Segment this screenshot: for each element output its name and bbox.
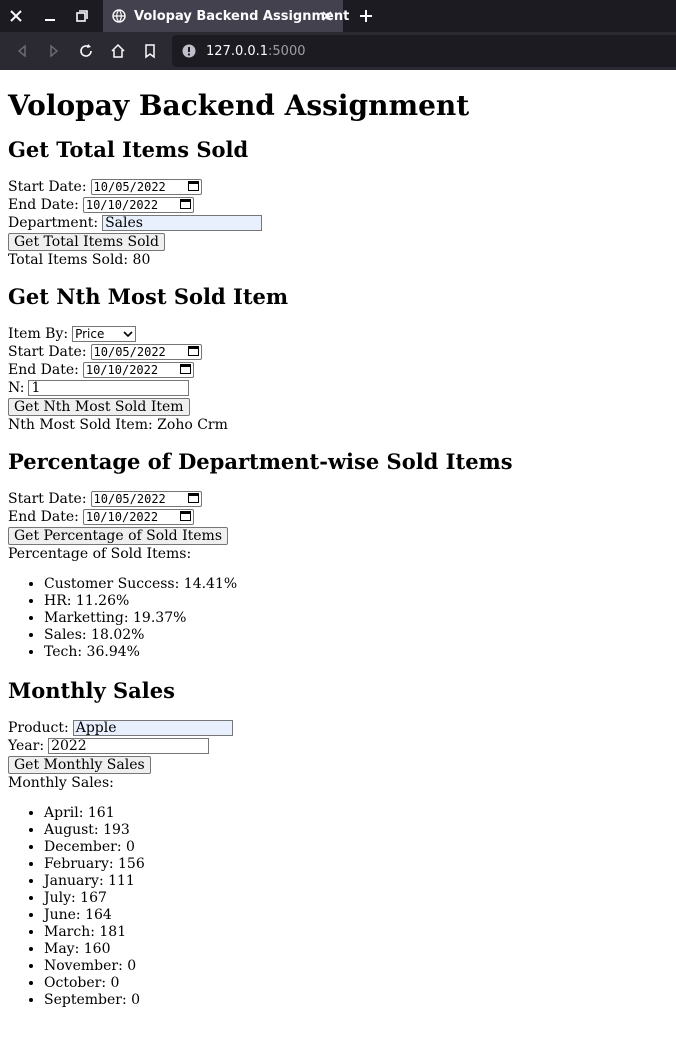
product-label: Product: — [8, 720, 69, 736]
get-nth-most-sold-button[interactable]: Get Nth Most Sold Item — [8, 398, 190, 416]
calendar-icon[interactable] — [187, 343, 199, 361]
total-end-date-label: End Date: — [8, 197, 79, 213]
total-start-date-label: Start Date: — [8, 179, 87, 195]
product-input[interactable]: Apple — [72, 720, 233, 736]
item-by-value: Price — [75, 327, 105, 341]
total-items-result: Total Items Sold: 80 — [8, 252, 151, 268]
n-label: N: — [8, 380, 25, 396]
get-monthly-sales-button[interactable]: Get Monthly Sales — [8, 756, 151, 774]
url-text: 127.0.0.1:5000 — [206, 44, 306, 59]
list-item: Customer Success: 14.41% — [44, 576, 668, 593]
bookmark-icon[interactable] — [138, 39, 162, 63]
list-item: Sales: 18.02% — [44, 627, 668, 644]
url-host: 127.0.0.1 — [206, 43, 269, 59]
info-icon[interactable] — [182, 44, 196, 58]
tab-volopay[interactable]: Volopay Backend Assignment — [103, 0, 349, 32]
page-content: Volopay Backend Assignment Get Total Ite… — [0, 90, 676, 1009]
close-window-icon[interactable] — [0, 0, 32, 32]
total-start-date-value: 10/05/2022 — [93, 180, 166, 194]
list-item: July: 167 — [44, 890, 668, 907]
pct-end-date-label: End Date: — [8, 509, 79, 525]
list-item: November: 0 — [44, 958, 668, 975]
url-port: :5000 — [268, 43, 306, 59]
list-item: May: 160 — [44, 941, 668, 958]
nth-most-sold-heading: Get Nth Most Sold Item — [8, 284, 289, 309]
calendar-icon[interactable] — [179, 196, 191, 214]
monthly-sales-section: Monthly Sales Product: Apple Year: 2022 … — [8, 679, 668, 1009]
url-bar[interactable]: 127.0.0.1:5000 — [172, 35, 676, 67]
percentage-result-label: Percentage of Sold Items: — [8, 546, 192, 562]
pct-end-date-value: 10/10/2022 — [85, 510, 159, 524]
year-label: Year: — [8, 738, 45, 754]
list-item: June: 164 — [44, 907, 668, 924]
list-item: September: 0 — [44, 992, 668, 1009]
department-label: Department: — [8, 215, 99, 231]
percentage-list: Customer Success: 14.41% HR: 11.26% Mark… — [8, 576, 668, 661]
globe-icon — [112, 9, 126, 23]
department-input[interactable]: Sales — [102, 215, 263, 231]
chevron-down-icon — [123, 325, 133, 343]
tab-title: Volopay Backend Assignment — [134, 8, 350, 24]
nth-end-date-input[interactable]: 10/10/2022 — [82, 361, 194, 379]
nth-start-date-value: 10/05/2022 — [93, 345, 166, 359]
page-title: Volopay Backend Assignment — [8, 89, 470, 122]
nth-end-date-value: 10/10/2022 — [85, 363, 159, 377]
reload-icon[interactable] — [74, 39, 98, 63]
close-tab-icon[interactable] — [319, 8, 335, 24]
home-icon[interactable] — [106, 39, 130, 63]
nth-end-date-label: End Date: — [8, 362, 79, 378]
list-item: March: 181 — [44, 924, 668, 941]
year-input[interactable]: 2022 — [48, 738, 210, 754]
calendar-icon[interactable] — [187, 178, 199, 196]
item-by-select[interactable]: Price — [72, 325, 137, 343]
list-item: February: 156 — [44, 856, 668, 873]
calendar-icon[interactable] — [187, 490, 199, 508]
percentage-heading: Percentage of Department-wise Sold Items — [8, 449, 513, 474]
get-total-items-button[interactable]: Get Total Items Sold — [8, 233, 165, 251]
nth-most-sold-section: Get Nth Most Sold Item Item By: Price St… — [8, 285, 668, 434]
browser-tabbar: Volopay Backend Assignment — [0, 0, 676, 32]
item-by-label: Item By: — [8, 326, 69, 342]
percentage-section: Percentage of Department-wise Sold Items… — [8, 450, 668, 661]
monthly-sales-list: April: 161 August: 193 December: 0 Febru… — [8, 805, 668, 1009]
pct-end-date-input[interactable]: 10/10/2022 — [82, 508, 194, 526]
list-item: Tech: 36.94% — [44, 644, 668, 661]
back-icon[interactable] — [10, 39, 34, 63]
calendar-icon[interactable] — [179, 508, 191, 526]
list-item: January: 111 — [44, 873, 668, 890]
list-item: HR: 11.26% — [44, 593, 668, 610]
list-item: August: 193 — [44, 822, 668, 839]
nth-most-sold-result: Nth Most Sold Item: Zoho Crm — [8, 417, 228, 433]
restore-window-icon[interactable] — [66, 0, 98, 32]
browser-navbar: 127.0.0.1:5000 — [0, 32, 676, 70]
list-item: Marketting: 19.37% — [44, 610, 668, 627]
pct-start-date-value: 10/05/2022 — [93, 492, 166, 506]
get-percentage-button[interactable]: Get Percentage of Sold Items — [8, 527, 228, 545]
pct-start-date-label: Start Date: — [8, 491, 87, 507]
total-start-date-input[interactable]: 10/05/2022 — [90, 178, 202, 196]
list-item: October: 0 — [44, 975, 668, 992]
list-item: December: 0 — [44, 839, 668, 856]
n-input[interactable]: 1 — [28, 380, 190, 396]
total-end-date-input[interactable]: 10/10/2022 — [82, 196, 194, 214]
list-item: April: 161 — [44, 805, 668, 822]
calendar-icon[interactable] — [179, 361, 191, 379]
forward-icon[interactable] — [42, 39, 66, 63]
new-tab-icon[interactable] — [352, 0, 380, 32]
monthly-sales-heading: Monthly Sales — [8, 678, 175, 703]
nth-start-date-label: Start Date: — [8, 344, 87, 360]
pct-start-date-input[interactable]: 10/05/2022 — [90, 490, 202, 508]
total-end-date-value: 10/10/2022 — [85, 198, 159, 212]
total-items-section: Get Total Items Sold Start Date: 10/05/2… — [8, 138, 668, 269]
minimize-window-icon[interactable] — [34, 0, 66, 32]
total-items-heading: Get Total Items Sold — [8, 137, 249, 162]
nth-start-date-input[interactable]: 10/05/2022 — [90, 343, 202, 361]
monthly-sales-result-label: Monthly Sales: — [8, 775, 114, 791]
